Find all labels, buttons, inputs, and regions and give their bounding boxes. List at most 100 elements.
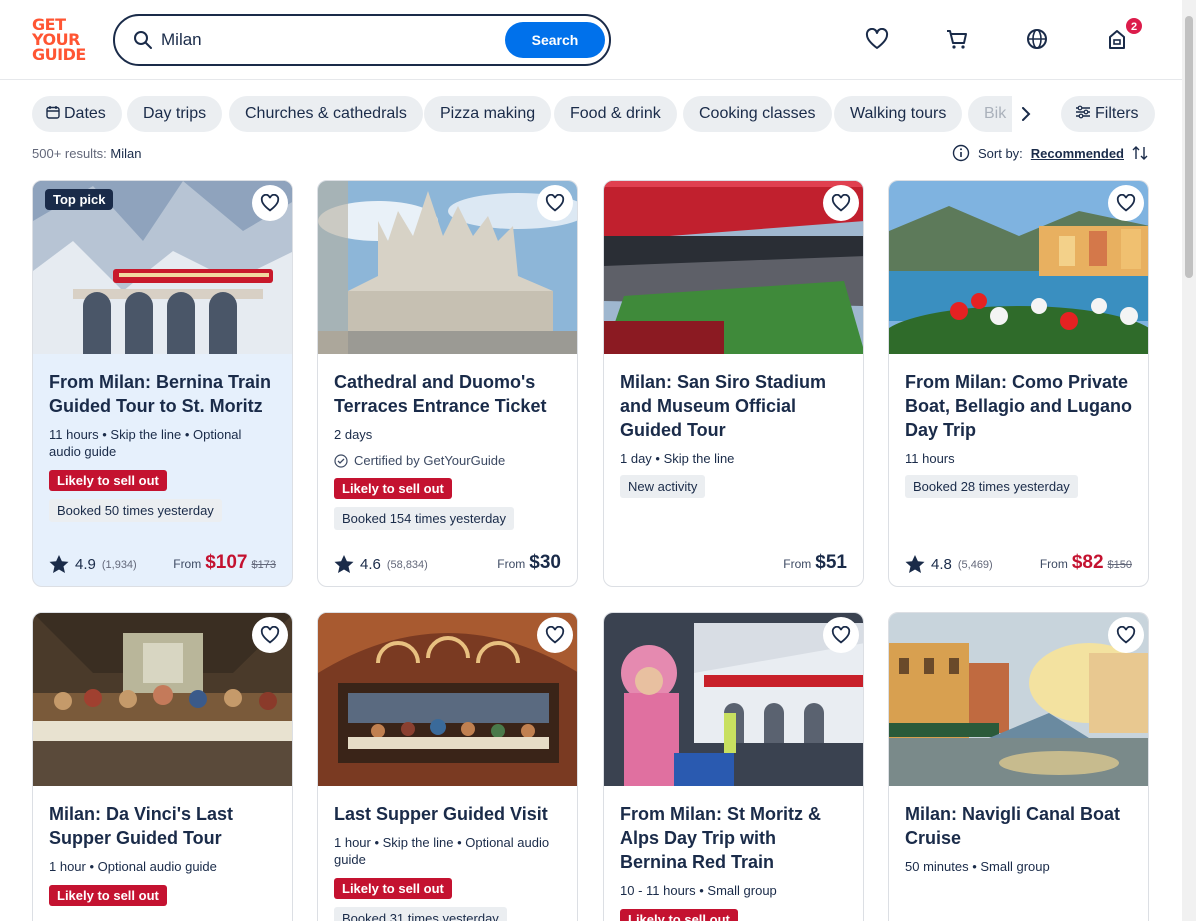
activity-card[interactable]: Milan: Navigli Canal Boat Cruise 50 minu… <box>888 612 1149 921</box>
original-price: $150 <box>1107 559 1132 571</box>
wishlist-heart-icon[interactable] <box>537 185 573 221</box>
chip-pizza-making[interactable]: Pizza making <box>424 96 552 132</box>
activity-meta: 11 hours • Skip the line • Optional audi… <box>49 427 242 459</box>
activity-card[interactable]: Top pick From Milan: Bernina Train Guide… <box>32 180 293 587</box>
scrollbar-thumb[interactable] <box>1185 16 1193 278</box>
activity-meta: 1 day • Skip the line <box>620 451 735 466</box>
sell-out-badge: Likely to sell out <box>620 909 738 921</box>
review-count: (5,469) <box>957 558 993 571</box>
activity-title[interactable]: From Milan: Bernina Train Guided Tour to… <box>49 370 276 418</box>
globe-icon[interactable] <box>1024 26 1050 52</box>
logo-line-3: GUIDE <box>32 45 86 64</box>
price: From $107 $173 <box>173 552 276 574</box>
rating-value: 4.6 <box>360 556 381 573</box>
chip-bike-partial[interactable]: Bik <box>968 96 1012 132</box>
price: From $30 <box>497 552 561 574</box>
activity-image: Top pick <box>33 181 292 354</box>
activity-title[interactable]: Milan: Navigli Canal Boat Cruise <box>905 802 1132 850</box>
wishlist-heart-icon[interactable] <box>823 617 859 653</box>
price-amount: $51 <box>815 552 847 573</box>
booked-badge: Booked 50 times yesterday <box>49 499 222 522</box>
activity-title[interactable]: Milan: Da Vinci's Last Supper Guided Tou… <box>49 802 276 850</box>
search-input[interactable] <box>161 26 501 54</box>
activity-title[interactable]: From Milan: Como Private Boat, Bellagio … <box>905 370 1132 442</box>
price-from-label: From <box>173 557 202 571</box>
wishlist-heart-icon[interactable] <box>864 26 890 52</box>
search-button[interactable]: Search <box>505 22 605 58</box>
chip-label: Walking tours <box>850 105 947 122</box>
chip-label: Cooking classes <box>699 105 816 122</box>
activity-image <box>604 181 863 354</box>
info-icon[interactable] <box>952 144 970 162</box>
top-pick-badge: Top pick <box>45 189 114 210</box>
activity-meta: 2 days <box>334 427 373 442</box>
activity-image <box>318 181 577 354</box>
price: From $82 $150 <box>1040 552 1132 574</box>
activity-title[interactable]: Last Supper Guided Visit <box>334 802 561 826</box>
activity-card[interactable]: From Milan: Como Private Boat, Bellagio … <box>888 180 1149 587</box>
getyourguide-logo[interactable]: GET YOUR GUIDE <box>32 17 90 63</box>
cart-icon[interactable] <box>944 26 970 52</box>
activity-image <box>604 613 863 786</box>
chip-label: Day trips <box>143 105 207 122</box>
rating-value: 4.9 <box>75 556 96 573</box>
sort-control: Sort by: Recommended <box>952 144 1148 162</box>
chip-churches-cathedrals[interactable]: Churches & cathedrals <box>229 96 423 132</box>
sort-arrows-icon[interactable] <box>1132 145 1148 161</box>
price-amount: $107 <box>205 552 248 573</box>
activity-meta: 1 hour • Optional audio guide <box>49 859 217 874</box>
chip-cooking-classes[interactable]: Cooking classes <box>683 96 832 132</box>
chip-label: Bik <box>984 105 1007 122</box>
wishlist-heart-icon[interactable] <box>823 185 859 221</box>
chip-walking-tours[interactable]: Walking tours <box>834 96 963 132</box>
certified-label: Certified by GetYourGuide <box>334 453 561 468</box>
price-from-label: From <box>497 557 526 571</box>
results-count: 500+ results: Milan <box>32 146 142 161</box>
sell-out-badge: Likely to sell out <box>334 478 452 499</box>
chip-label: Pizza making <box>440 105 536 122</box>
wishlist-heart-icon[interactable] <box>252 185 288 221</box>
price-amount: $30 <box>529 552 561 573</box>
wishlist-heart-icon[interactable] <box>537 617 573 653</box>
activity-card[interactable]: From Milan: St Moritz & Alps Day Trip wi… <box>603 612 864 921</box>
site-header: GET YOUR GUIDE Search 2 <box>0 0 1182 80</box>
activity-title[interactable]: From Milan: St Moritz & Alps Day Trip wi… <box>620 802 847 874</box>
activity-title[interactable]: Milan: San Siro Stadium and Museum Offic… <box>620 370 847 442</box>
chip-label: Food & drink <box>570 105 661 122</box>
activity-title[interactable]: Cathedral and Duomo's Terraces Entrance … <box>334 370 561 418</box>
cart-count-badge: 2 <box>1125 17 1143 35</box>
activity-card[interactable]: Cathedral and Duomo's Terraces Entrance … <box>317 180 578 587</box>
filters-button[interactable]: Filters <box>1061 96 1155 132</box>
certified-text: Certified by GetYourGuide <box>354 453 506 468</box>
sort-dropdown[interactable]: Recommended <box>1031 146 1124 161</box>
original-price: $173 <box>251 559 276 571</box>
activity-meta: 50 minutes • Small group <box>905 859 1050 874</box>
activity-image <box>33 613 292 786</box>
page-scrollbar[interactable] <box>1182 0 1196 921</box>
rating: 4.6 (58,834) <box>334 555 428 574</box>
search-bar: Search <box>113 14 611 66</box>
wishlist-heart-icon[interactable] <box>1108 185 1144 221</box>
wishlist-heart-icon[interactable] <box>1108 617 1144 653</box>
activity-image <box>318 613 577 786</box>
chips-next-chevron-icon[interactable] <box>1012 100 1040 128</box>
wishlist-heart-icon[interactable] <box>252 617 288 653</box>
activity-card[interactable]: Last Supper Guided Visit 1 hour • Skip t… <box>317 612 578 921</box>
review-count: (1,934) <box>101 558 137 571</box>
activity-card[interactable]: Milan: San Siro Stadium and Museum Offic… <box>603 180 864 587</box>
certified-check-icon <box>334 453 348 468</box>
sell-out-badge: Likely to sell out <box>49 885 167 906</box>
price-amount: $82 <box>1071 552 1104 573</box>
rating: 4.9 (1,934) <box>49 555 137 574</box>
chip-day-trips[interactable]: Day trips <box>127 96 223 132</box>
activity-card[interactable]: Milan: Da Vinci's Last Supper Guided Tou… <box>32 612 293 921</box>
price-from-label: From <box>1039 557 1068 571</box>
activity-meta: 1 hour • Skip the line • Optional audio … <box>334 835 550 867</box>
chip-food-drink[interactable]: Food & drink <box>554 96 677 132</box>
chip-dates[interactable]: Dates <box>32 96 122 132</box>
sell-out-badge: Likely to sell out <box>49 470 167 491</box>
sort-label: Sort by: <box>978 145 1023 161</box>
results-count-label: 500+ results: <box>32 146 107 161</box>
activity-meta: 10 - 11 hours • Small group <box>620 883 777 898</box>
activity-meta: 11 hours <box>905 451 955 466</box>
